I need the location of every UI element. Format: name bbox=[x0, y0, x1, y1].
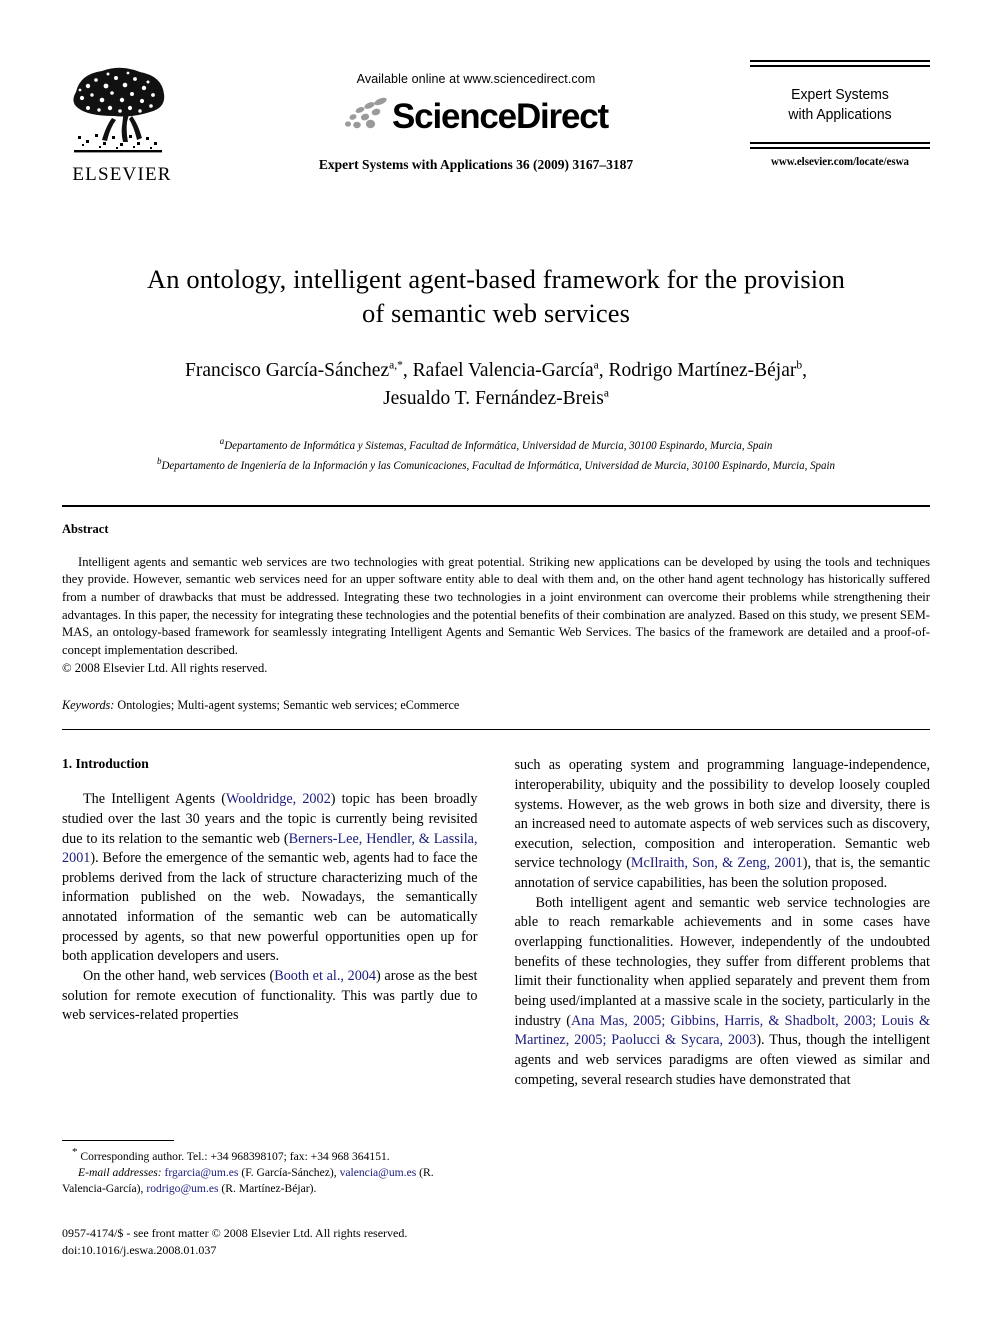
author-line-1-end: , bbox=[802, 359, 807, 381]
journal-brand-line-2: with Applications bbox=[788, 106, 892, 124]
author-line-1: Francisco García-Sáncheza,*, Rafael Vale… bbox=[62, 357, 930, 385]
email-link-2[interactable]: valencia@um.es bbox=[340, 1166, 417, 1179]
journal-brand-block: Expert Systems with Applications www.els… bbox=[750, 60, 930, 168]
affiliation-b: bDepartamento de Ingeniería de la Inform… bbox=[75, 455, 917, 475]
footnote-block: * Corresponding author. Tel.: +34 968398… bbox=[62, 1140, 478, 1259]
paragraph: such as operating system and programming… bbox=[515, 756, 931, 894]
journal-citation: Expert Systems with Applications 36 (200… bbox=[318, 157, 634, 172]
keywords-line: Keywords: Ontologies; Multi-agent system… bbox=[62, 698, 930, 713]
author-affiliation-marker: a,* bbox=[389, 359, 403, 372]
email-link-1[interactable]: frgarcia@um.es bbox=[165, 1166, 239, 1179]
citation-link[interactable]: Wooldridge, 2002 bbox=[226, 791, 331, 807]
abstract-divider-bottom bbox=[62, 729, 930, 731]
available-online-text: Available online at www.sciencedirect.co… bbox=[356, 72, 596, 86]
keywords-values: Ontologies; Multi-agent systems; Semanti… bbox=[117, 698, 460, 713]
sciencedirect-block: Available online at www.sciencedirect.co… bbox=[212, 60, 740, 173]
masthead: ELSEVIER Available online at www.science… bbox=[62, 60, 930, 210]
email-addresses-note: E-mail addresses: frgarcia@um.es (F. Gar… bbox=[62, 1165, 478, 1197]
corresponding-author-marker: * bbox=[72, 1146, 78, 1158]
author-jesualdo-fernandez-breis: Jesualdo T. Fernández-Breis bbox=[383, 388, 604, 410]
email-owner-3: (R. Martínez-Béjar). bbox=[221, 1182, 317, 1196]
title-line-1: An ontology, intelligent agent-based fra… bbox=[147, 264, 845, 294]
elsevier-logo: ELSEVIER bbox=[62, 64, 182, 184]
journal-brand-line-1: Expert Systems bbox=[791, 86, 889, 103]
elsevier-wordmark: ELSEVIER bbox=[72, 164, 172, 185]
abstract-heading: Abstract bbox=[62, 521, 109, 536]
issn-front-matter: 0957-4174/$ - see front matter © 2008 El… bbox=[62, 1225, 408, 1240]
journal-brand-name: Expert Systems with Applications bbox=[756, 67, 923, 142]
issn-doi-block: 0957-4174/$ - see front matter © 2008 El… bbox=[62, 1225, 478, 1259]
author-list: Francisco García-Sáncheza,*, Rafael Vale… bbox=[62, 357, 930, 414]
body-text-run: On the other hand, web services ( bbox=[83, 968, 275, 985]
elsevier-tree-icon bbox=[73, 67, 165, 153]
author-francisco-garcia-sanchez: Francisco García-Sánchez bbox=[185, 359, 390, 381]
brand-rule-top bbox=[750, 60, 930, 67]
brand-rule-bottom bbox=[750, 141, 930, 149]
affiliation-text-a: Departamento de Informática y Sistemas, … bbox=[224, 440, 773, 453]
paragraph: Both intelligent agent and semantic web … bbox=[515, 894, 931, 1091]
corresponding-author-text: Corresponding author. Tel.: +34 96839810… bbox=[80, 1149, 390, 1163]
journal-homepage-url[interactable]: www.elsevier.com/locate/eswa bbox=[755, 156, 926, 168]
footnote-rule bbox=[62, 1140, 174, 1141]
citation-link[interactable]: Booth et al., 2004 bbox=[274, 968, 376, 984]
paragraph: On the other hand, web services (Booth e… bbox=[62, 967, 478, 1026]
abstract-copyright: © 2008 Elsevier Ltd. All rights reserved… bbox=[62, 660, 268, 675]
abstract-divider-top bbox=[62, 504, 930, 507]
body-text-run: ). Before the emergence of the semantic … bbox=[62, 850, 478, 965]
affiliation-a: aDepartamento de Informática y Sistemas,… bbox=[75, 435, 917, 455]
page-title: An ontology, intelligent agent-based fra… bbox=[62, 262, 930, 331]
affiliation-text-b: Departamento de Ingeniería de la Informa… bbox=[161, 459, 836, 472]
citation-link[interactable]: McIlraith, Son, & Zeng, 2001 bbox=[631, 855, 803, 871]
section-heading-introduction: 1. Introduction bbox=[62, 756, 149, 772]
sciencedirect-swoosh-icon bbox=[345, 97, 387, 129]
sciencedirect-wordmark: ScienceDirect bbox=[392, 96, 609, 136]
right-column: such as operating system and programming… bbox=[515, 756, 931, 1256]
author-line-2: Jesualdo T. Fernández-Breisa bbox=[62, 385, 930, 413]
email-link-3[interactable]: rodrigo@um.es bbox=[146, 1182, 218, 1195]
abstract-text: Intelligent agents and semantic web serv… bbox=[62, 554, 930, 657]
journal-article-page: ELSEVIER Available online at www.science… bbox=[0, 0, 992, 1323]
corresponding-author-note: * Corresponding author. Tel.: +34 968398… bbox=[62, 1145, 478, 1165]
title-line-2: of semantic web services bbox=[361, 298, 631, 329]
author-separator-1: , Rafael Valencia-García bbox=[402, 359, 594, 381]
email-addresses-label: E-mail addresses: bbox=[78, 1166, 162, 1180]
body-text-run: The Intelligent Agents ( bbox=[83, 791, 226, 808]
title-block: An ontology, intelligent agent-based fra… bbox=[62, 262, 930, 475]
affiliation-list: aDepartamento de Informática y Sistemas,… bbox=[75, 435, 917, 474]
author-affiliation-marker: a bbox=[603, 387, 609, 400]
paragraph: The Intelligent Agents (Wooldridge, 2002… bbox=[62, 790, 478, 967]
body-text-run: Both intelligent agent and semantic web … bbox=[514, 894, 931, 1029]
keywords-label: Keywords: bbox=[62, 698, 115, 713]
doi-line[interactable]: doi:10.1016/j.eswa.2008.01.037 bbox=[62, 1242, 478, 1259]
author-separator-2: , Rodrigo Martínez-Béjar bbox=[598, 359, 797, 381]
email-owner-1: (F. García-Sánchez), bbox=[241, 1166, 337, 1180]
sciencedirect-logo: ScienceDirect bbox=[212, 94, 740, 138]
